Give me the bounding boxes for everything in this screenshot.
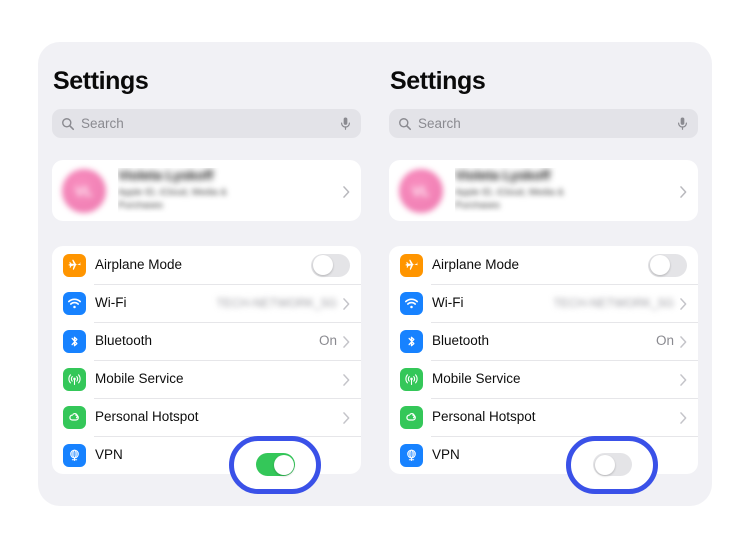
cellular-icon <box>63 367 86 391</box>
profile-name: Violeta Lyskoff <box>455 168 551 184</box>
list-item-label: Airplane Mode <box>95 257 183 273</box>
search-icon <box>398 117 412 131</box>
list-item-label: Personal Hotspot <box>95 409 199 425</box>
chevron-right-icon <box>343 411 350 424</box>
airplane-mode-toggle[interactable] <box>311 253 350 277</box>
cellular-icon <box>400 367 423 391</box>
list-item-label: Personal Hotspot <box>432 409 536 425</box>
microphone-icon[interactable] <box>676 116 689 131</box>
hotspot-icon <box>63 405 86 429</box>
toggle-knob <box>649 255 670 275</box>
wifi-network-value: TECH-NETWORK_5G <box>216 296 337 310</box>
list-item-label: Airplane Mode <box>432 257 520 273</box>
chevron-right-icon <box>680 373 687 386</box>
list-item-wifi[interactable]: Wi-Fi TECH-NETWORK_5G <box>52 284 361 322</box>
list-item-bluetooth[interactable]: Bluetooth On <box>52 322 361 360</box>
list-item-bluetooth[interactable]: Bluetooth On <box>389 322 698 360</box>
profile-name: Violeta Lyskoff <box>118 168 214 184</box>
settings-comparison-card: Settings Search VL Violeta Lyskoff Apple… <box>38 42 712 506</box>
profile-text-block: Violeta Lyskoff Apple ID, iCloud, Media … <box>455 168 680 213</box>
settings-list: Airplane Mode Wi-Fi TECH-NETWORK_5G Blue… <box>389 246 698 474</box>
chevron-right-icon <box>343 297 350 310</box>
search-placeholder: Search <box>81 115 124 131</box>
profile-subtitle: Apple ID, iCloud, Media & Purchases <box>118 187 227 211</box>
wifi-icon <box>400 291 423 315</box>
search-input[interactable]: Search <box>389 109 698 138</box>
avatar-initials: VL <box>412 182 430 199</box>
list-item-mobile-service[interactable]: Mobile Service <box>389 360 698 398</box>
wifi-icon <box>63 291 86 315</box>
profile-row[interactable]: VL Violeta Lyskoff Apple ID, iCloud, Med… <box>389 160 698 221</box>
profile-text-block: Violeta Lyskoff Apple ID, iCloud, Media … <box>118 168 343 213</box>
bluetooth-status-value: On <box>655 333 674 349</box>
bluetooth-icon <box>63 329 86 353</box>
vpn-globe-icon <box>400 443 423 467</box>
search-icon <box>61 117 75 131</box>
profile-subtitle: Apple ID, iCloud, Media & Purchases <box>455 187 564 211</box>
list-item-airplane-mode[interactable]: Airplane Mode <box>389 246 698 284</box>
microphone-icon[interactable] <box>339 116 352 131</box>
settings-list: Airplane Mode Wi-Fi TECH-NETWORK_5G Blue… <box>52 246 361 474</box>
settings-panel-vpn-on: Settings Search VL Violeta Lyskoff Apple… <box>38 42 375 506</box>
bluetooth-icon <box>400 329 423 353</box>
list-item-label: Wi-Fi <box>432 295 464 311</box>
vpn-toggle-off[interactable] <box>593 453 632 476</box>
chevron-right-icon <box>343 373 350 386</box>
list-item-label: Mobile Service <box>95 371 184 387</box>
airplane-icon <box>63 253 86 277</box>
profile-row[interactable]: VL Violeta Lyskoff Apple ID, iCloud, Med… <box>52 160 361 221</box>
avatar: VL <box>62 168 106 213</box>
hotspot-icon <box>400 405 423 429</box>
wifi-network-value: TECH-NETWORK_5G <box>553 296 674 310</box>
toggle-knob <box>594 454 615 475</box>
page-title: Settings <box>390 67 486 95</box>
bluetooth-status-value: On <box>318 333 337 349</box>
search-input[interactable]: Search <box>52 109 361 138</box>
vpn-toggle-on[interactable] <box>256 453 295 476</box>
chevron-right-icon <box>680 297 687 310</box>
airplane-icon <box>400 253 423 277</box>
list-item-label: Wi-Fi <box>95 295 127 311</box>
airplane-mode-toggle[interactable] <box>648 253 687 277</box>
list-item-label: Mobile Service <box>432 371 521 387</box>
list-item-mobile-service[interactable]: Mobile Service <box>52 360 361 398</box>
list-item-label: Bluetooth <box>95 333 153 349</box>
avatar: VL <box>399 168 443 213</box>
chevron-right-icon <box>680 335 687 348</box>
toggle-knob <box>312 255 333 275</box>
chevron-right-icon <box>680 185 687 198</box>
avatar-initials: VL <box>75 182 93 199</box>
page-title: Settings <box>53 67 149 95</box>
settings-panel-vpn-off: Settings Search VL Violeta Lyskoff Apple… <box>375 42 712 506</box>
screenshot-root: Settings Search VL Violeta Lyskoff Apple… <box>0 0 750 548</box>
toggle-knob <box>273 454 294 475</box>
list-item-airplane-mode[interactable]: Airplane Mode <box>52 246 361 284</box>
list-item-personal-hotspot[interactable]: Personal Hotspot <box>52 398 361 436</box>
list-item-label: Bluetooth <box>432 333 490 349</box>
vpn-globe-icon <box>63 443 86 467</box>
chevron-right-icon <box>680 411 687 424</box>
chevron-right-icon <box>343 335 350 348</box>
list-item-personal-hotspot[interactable]: Personal Hotspot <box>389 398 698 436</box>
list-item-wifi[interactable]: Wi-Fi TECH-NETWORK_5G <box>389 284 698 322</box>
chevron-right-icon <box>343 185 350 198</box>
search-placeholder: Search <box>418 115 461 131</box>
